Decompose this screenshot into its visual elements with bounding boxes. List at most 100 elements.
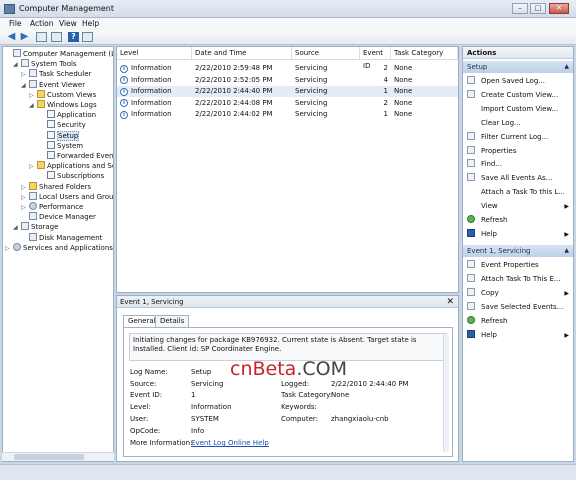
event-row[interactable]: i Information 2/22/2010 2:44:08 PM Servicin… xyxy=(117,98,458,109)
expand-arrow-icon[interactable]: ◢ xyxy=(13,223,21,233)
up-folder-icon[interactable] xyxy=(36,32,47,42)
event-row[interactable]: i Information 2/22/2010 2:59:48 PM Servicin… xyxy=(117,63,458,74)
action-item[interactable]: Attach a Task To this L... xyxy=(467,187,571,198)
information-icon: i xyxy=(120,110,128,119)
tree-item[interactable]: ▷ Shared Folders xyxy=(21,181,91,192)
column-task-category[interactable]: Task Category xyxy=(391,47,458,60)
back-arrow-icon[interactable]: ◀ xyxy=(6,32,17,42)
tree-item[interactable]: ▷ Task Scheduler xyxy=(21,69,91,79)
action-item[interactable]: Attach Task To This E... xyxy=(467,273,571,285)
tree-item[interactable]: Disk Management xyxy=(21,232,102,243)
detail-scrollbar[interactable] xyxy=(443,334,449,452)
column-source[interactable]: Source xyxy=(292,47,360,60)
event-log-online-help-link[interactable]: Event Log Online Help xyxy=(191,439,269,447)
tree-item[interactable]: Security xyxy=(39,120,86,130)
menu-help[interactable]: Help xyxy=(82,19,99,28)
tree-item[interactable]: Setup xyxy=(39,130,80,141)
action-item[interactable]: Find... xyxy=(467,159,571,170)
event-id-cell: 1 xyxy=(383,87,388,95)
level-label: Level: xyxy=(130,403,151,411)
event-viewer-icon xyxy=(29,79,37,88)
close-button[interactable]: ✕ xyxy=(549,3,569,14)
tree-horizontal-scrollbar[interactable] xyxy=(2,452,114,461)
close-icon[interactable]: ✕ xyxy=(446,296,454,308)
action-label: Clear Log... xyxy=(481,118,521,127)
tree-item[interactable]: ▷ Local Users and Groups xyxy=(21,191,113,202)
action-item[interactable]: Copy ▶ xyxy=(467,287,571,299)
action-item[interactable]: Event Properties xyxy=(467,260,571,271)
tree-item[interactable]: ▷ Performance xyxy=(21,202,83,212)
tree-item[interactable]: ▷ Services and Applications xyxy=(5,242,113,254)
action-item[interactable]: Refresh xyxy=(467,315,571,327)
event-source-cell: Servicing xyxy=(295,110,328,118)
action-item[interactable]: View ▶ xyxy=(467,201,571,212)
action-item[interactable]: Properties xyxy=(467,145,571,157)
action-item[interactable]: Import Custom View... xyxy=(467,104,571,115)
menu-view[interactable]: View xyxy=(59,19,77,28)
action-item[interactable]: Help ▶ xyxy=(467,329,571,341)
help-icon[interactable]: ? xyxy=(68,32,79,42)
action-item[interactable]: Open Saved Log... xyxy=(467,76,571,87)
tree-item[interactable]: ▷ Applications and Se xyxy=(29,161,113,172)
blank-icon xyxy=(467,187,475,195)
action-item[interactable]: Refresh xyxy=(467,215,571,226)
tree-item[interactable]: ◢ Storage xyxy=(13,222,58,232)
expand-arrow-icon[interactable]: ▷ xyxy=(29,162,37,172)
action-item[interactable]: Create Custom View... xyxy=(467,89,571,101)
expand-arrow-icon[interactable]: ▷ xyxy=(5,244,13,254)
column-level[interactable]: Level xyxy=(117,47,192,60)
folder-icon xyxy=(37,89,45,98)
console-tree: Computer Management (Local◢System Tools▷… xyxy=(2,46,114,462)
action-item[interactable]: Save Selected Events... xyxy=(467,301,571,313)
event-row[interactable]: i Information 2/22/2010 2:52:05 PM Servicin… xyxy=(117,75,458,86)
action-label: Refresh xyxy=(481,316,508,325)
log-icon xyxy=(47,140,55,149)
column-date-time[interactable]: Date and Time xyxy=(192,47,292,60)
expand-arrow-icon[interactable]: ◢ xyxy=(21,81,29,91)
tools-icon xyxy=(21,59,29,68)
action-label: View xyxy=(481,202,498,211)
event-row[interactable]: i Information 2/22/2010 2:44:02 PM Servicin… xyxy=(117,109,458,120)
event-description[interactable]: Initiating changes for package KB976932.… xyxy=(129,333,447,361)
log-icon xyxy=(47,120,55,129)
tree-item[interactable]: Application xyxy=(39,110,96,120)
users-icon xyxy=(29,191,37,200)
event-id-label: Event ID: xyxy=(130,391,163,399)
action-label: Save All Events As... xyxy=(481,174,553,183)
action-label: Save Selected Events... xyxy=(481,302,564,311)
action-label: Event Properties xyxy=(481,261,539,269)
show-hide-action-pane-icon[interactable] xyxy=(82,32,93,42)
action-item[interactable]: Save All Events As... xyxy=(467,173,571,184)
expand-arrow-icon[interactable]: ◢ xyxy=(29,101,37,111)
action-item[interactable]: Clear Log... xyxy=(467,118,571,129)
source-label: Source: xyxy=(130,380,157,388)
tree-item-label: Task Scheduler xyxy=(39,70,92,79)
status-bar xyxy=(0,464,576,480)
action-item[interactable]: Filter Current Log... xyxy=(467,131,571,143)
tree-item[interactable]: ▷ Custom Views xyxy=(29,89,96,100)
event-level-cell: Information xyxy=(131,98,172,107)
show-hide-tree-icon[interactable] xyxy=(51,32,62,42)
actions-section-setup[interactable]: Setup ▲ xyxy=(463,61,573,73)
menu-action[interactable]: Action xyxy=(30,19,54,28)
tree-item[interactable]: Forwarded Event xyxy=(39,151,113,161)
event-row[interactable]: i Information 2/22/2010 2:44:40 PM Servicin… xyxy=(117,86,458,97)
title-bar: Computer Management – □ ✕ xyxy=(0,0,576,18)
computer-icon xyxy=(13,49,21,57)
tab-details[interactable]: Details xyxy=(155,315,190,327)
tree-item[interactable]: Computer Management (Local xyxy=(5,49,113,59)
tree-item[interactable]: ◢ Windows Logs xyxy=(29,100,97,110)
column-event-id[interactable]: Event ID xyxy=(360,47,391,70)
maximize-button[interactable]: □ xyxy=(530,3,546,14)
actions-section-event[interactable]: Event 1, Servicing ▲ xyxy=(463,245,573,257)
tree-item[interactable]: ◢ Event Viewer xyxy=(21,79,85,91)
tree-item[interactable]: ◢ System Tools xyxy=(13,59,77,69)
action-item[interactable]: Help ▶ xyxy=(467,228,571,240)
menu-file[interactable]: File xyxy=(9,19,22,28)
tree-item[interactable]: Device Manager xyxy=(21,212,96,222)
forward-arrow-icon[interactable]: ▶ xyxy=(19,32,30,42)
expand-arrow-icon[interactable]: ◢ xyxy=(13,60,21,70)
minimize-button[interactable]: – xyxy=(512,3,528,14)
tree-item[interactable]: System xyxy=(39,140,83,151)
tree-item[interactable]: Subscriptions xyxy=(39,171,104,181)
